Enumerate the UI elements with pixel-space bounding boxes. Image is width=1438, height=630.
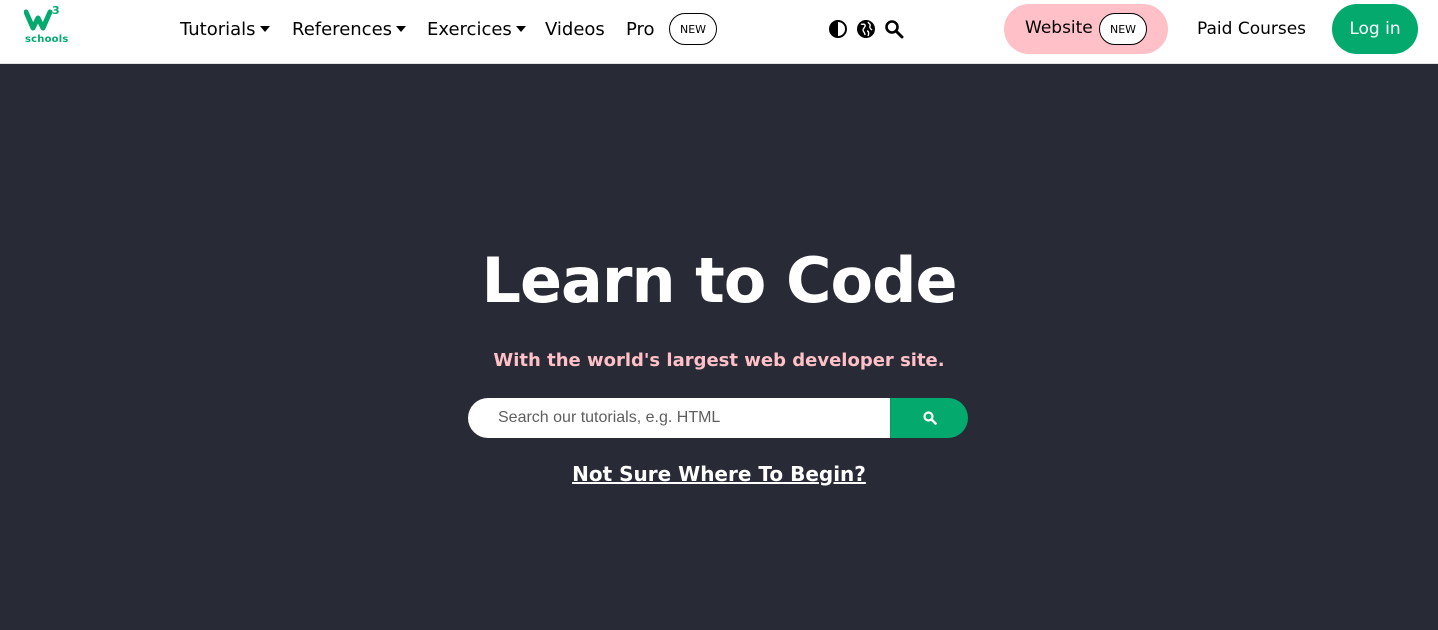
nav-pro-label: Pro bbox=[626, 18, 655, 40]
not-sure-link-wrapper: Not Sure Where To Begin? bbox=[0, 462, 1438, 486]
search-button[interactable] bbox=[890, 398, 968, 438]
pro-new-badge: NEW bbox=[669, 13, 717, 45]
not-sure-where-to-begin-link[interactable]: Not Sure Where To Begin? bbox=[572, 462, 866, 486]
search-input[interactable] bbox=[468, 398, 890, 438]
search-icon[interactable] bbox=[884, 19, 904, 39]
nav-videos[interactable]: Videos bbox=[545, 18, 605, 40]
paid-courses-link[interactable]: Paid Courses bbox=[1197, 19, 1306, 39]
logo-superscript: 3 bbox=[52, 4, 60, 17]
caret-down-icon bbox=[259, 26, 270, 32]
contrast-icon[interactable] bbox=[828, 19, 848, 39]
nav-tutorials-label: Tutorials bbox=[180, 18, 256, 40]
caret-down-icon bbox=[396, 26, 407, 32]
nav-videos-label: Videos bbox=[545, 18, 605, 40]
w3schools-logo[interactable]: 3 schools bbox=[22, 4, 69, 46]
caret-down-icon bbox=[515, 26, 526, 32]
hero-search bbox=[468, 398, 968, 438]
logo-text: schools bbox=[25, 34, 69, 45]
website-button-label: Website bbox=[1025, 18, 1093, 38]
website-new-badge: NEW bbox=[1099, 13, 1147, 45]
nav-pro[interactable]: Pro bbox=[626, 18, 655, 40]
top-navbar: 3 schools Tutorials References Exercices… bbox=[0, 0, 1438, 64]
website-button[interactable]: Website NEW bbox=[1004, 4, 1168, 54]
search-icon bbox=[922, 411, 937, 425]
globe-icon[interactable] bbox=[856, 19, 876, 39]
nav-references-label: References bbox=[292, 18, 393, 40]
nav-exercices-label: Exercices bbox=[427, 18, 512, 40]
nav-exercices[interactable]: Exercices bbox=[427, 18, 526, 40]
login-button[interactable]: Log in bbox=[1332, 4, 1418, 54]
nav-references[interactable]: References bbox=[292, 18, 407, 40]
hero-title: Learn to Code bbox=[481, 244, 957, 317]
nav-tutorials[interactable]: Tutorials bbox=[180, 18, 270, 40]
hero-subtitle: With the world's largest web developer s… bbox=[493, 350, 945, 371]
